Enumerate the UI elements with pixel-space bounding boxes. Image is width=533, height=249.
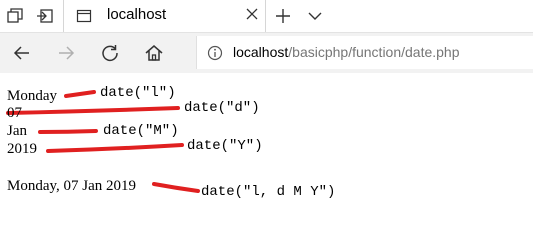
format-label-Y: date("Y") (187, 138, 263, 154)
marker-line (64, 90, 96, 98)
format-label-M: date("M") (103, 123, 179, 139)
tab-localhost[interactable]: localhost (63, 0, 266, 32)
page-icon (76, 9, 92, 23)
new-tab-icon[interactable] (274, 7, 292, 25)
tab-list-icon[interactable] (6, 7, 24, 25)
format-label-full: date("l, d M Y") (201, 184, 336, 200)
red-annotation-marks (6, 90, 200, 193)
back-icon[interactable] (12, 43, 32, 63)
format-label-l: date("l") (100, 85, 176, 101)
chevron-down-icon[interactable] (306, 7, 324, 25)
marker-line (6, 106, 180, 115)
forward-icon[interactable] (56, 43, 76, 63)
output-day-number: 07 (7, 105, 22, 121)
output-year: 2019 (7, 141, 37, 157)
set-aside-tabs-icon[interactable] (36, 7, 54, 25)
marker-line (46, 143, 184, 153)
info-icon[interactable] (207, 45, 223, 61)
output-month: Jan (7, 123, 27, 139)
close-icon[interactable] (244, 6, 260, 22)
address-bar[interactable]: localhost/basicphp/function/date.php (196, 36, 533, 69)
home-icon[interactable] (144, 43, 164, 63)
output-full-date: Monday, 07 Jan 2019 (7, 178, 137, 194)
url-text[interactable]: localhost/basicphp/function/date.php (233, 44, 460, 60)
output-day-name: Monday (7, 88, 57, 104)
refresh-icon[interactable] (100, 43, 120, 63)
tab-strip: localhost (0, 0, 533, 33)
format-label-d: date("d") (184, 100, 260, 116)
marker-line (152, 182, 200, 193)
url-host: localhost (233, 44, 289, 60)
tab-title: localhost (107, 6, 167, 23)
page-content: Monday date("l") 07 date("d") Jan date("… (0, 74, 533, 249)
navigation-bar: localhost/basicphp/function/date.php (0, 33, 533, 73)
marker-line (38, 129, 98, 134)
url-path: /basicphp/function/date.php (288, 44, 460, 60)
